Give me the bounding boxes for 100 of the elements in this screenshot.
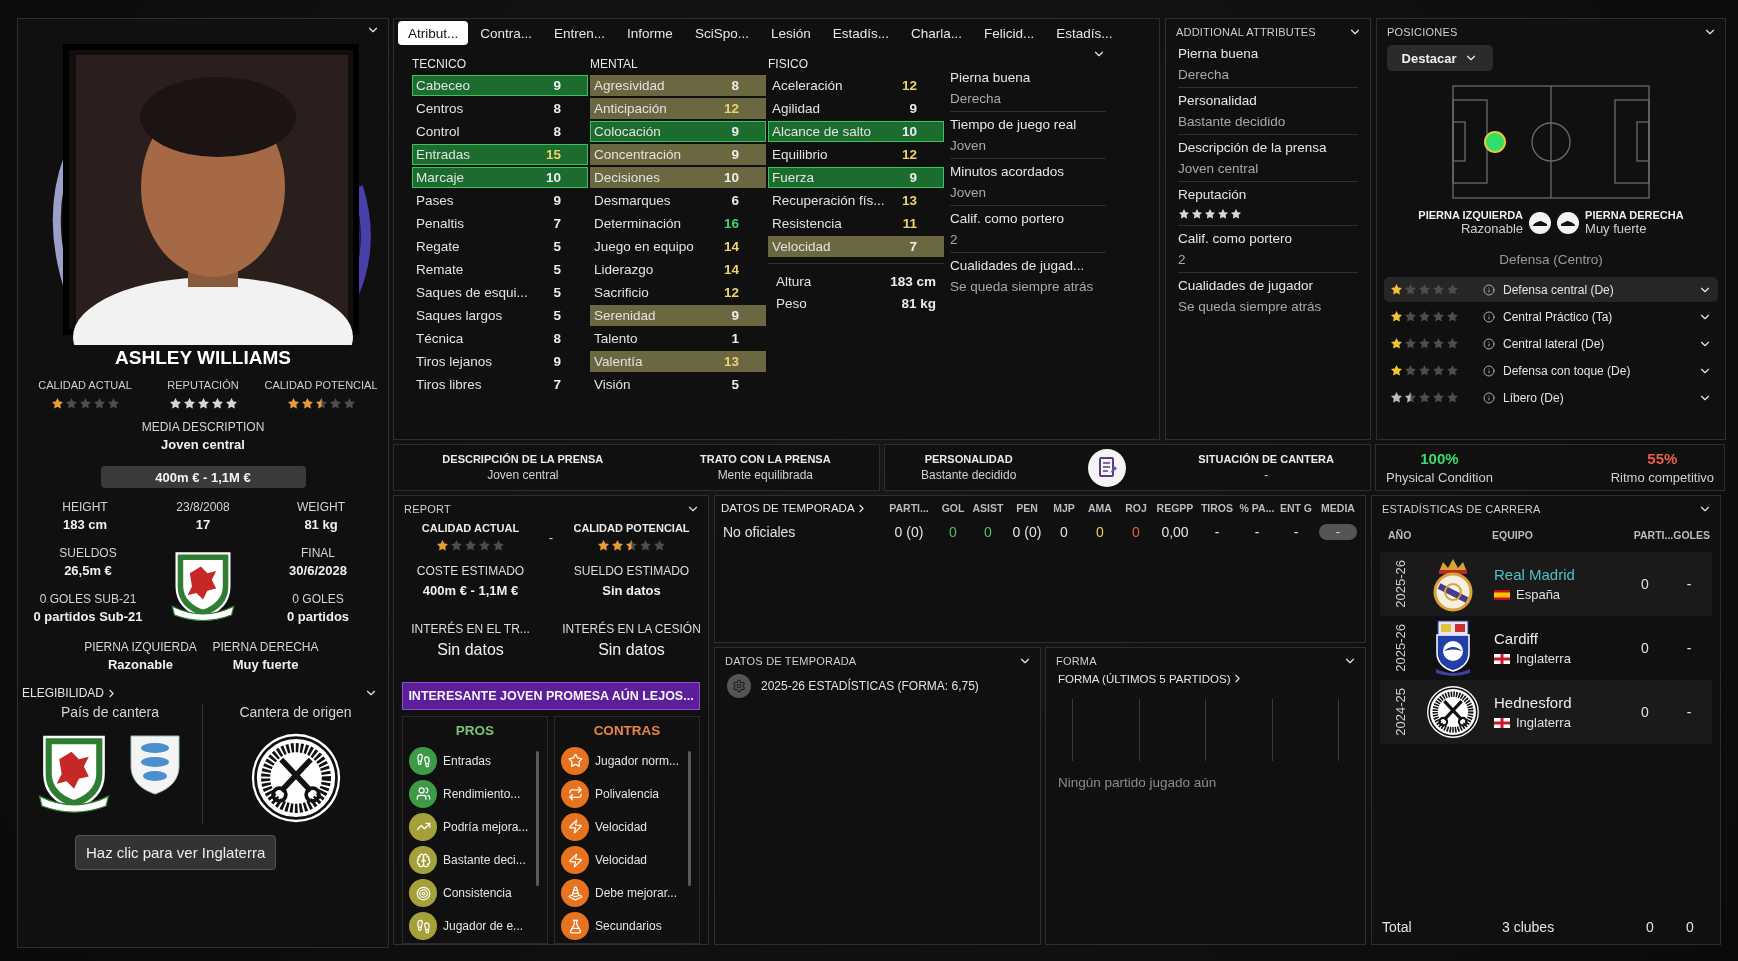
role-name: Central Práctico (Ta) [1503,309,1614,324]
team-name[interactable]: Cardiff [1494,630,1622,647]
table-cell-text: - [1253,524,1261,540]
foot-value: Razonable [1460,221,1524,236]
column-header[interactable]: PARTI...GOLES [1620,529,1710,541]
info-icon[interactable] [1483,391,1495,404]
flag-icon [1494,653,1510,664]
season-stats-item[interactable]: 2025-26 ESTADÍSTICAS (FORMA: 6,75) [761,679,979,693]
tab[interactable]: Estadís... [822,21,899,45]
attribute-value: 9 [731,147,739,162]
team-name[interactable]: Real Madrid [1494,566,1622,583]
side-label: Calif. como portero [950,211,1066,226]
tab[interactable]: Entren... [544,21,616,45]
tab[interactable]: Informe [617,21,683,45]
country-name: España [1516,587,1561,602]
attribute-name: Determinación [594,216,682,231]
tab[interactable]: Charla... [901,21,972,45]
tab[interactable]: Contra... [470,21,543,45]
attribute-value: 12 [901,78,917,93]
attribute-value: 5 [553,262,561,277]
tab[interactable]: Felicid... [974,21,1045,45]
role-row[interactable]: Defensa con toque (De) [1384,358,1718,383]
column-header[interactable]: AÑO [1382,529,1452,541]
attribute-value: 10 [901,124,917,139]
table-cell-text: 0 [983,524,993,540]
attribute-label: Pierna buena [1178,46,1260,61]
contract-value: 30/6/2028 [289,563,347,578]
column-header[interactable]: MJP [1047,502,1081,514]
contract-label: 0 GOLES [292,592,344,606]
info-icon[interactable] [1483,283,1495,296]
column-header[interactable]: PEN [1007,502,1047,514]
body-value: 81 kg [901,295,936,311]
attribute-name: Saques largos [416,308,503,323]
attribute-name: Centros [416,101,464,116]
attribute-value: 10 [545,170,561,185]
role-name: Defensa con toque (De) [1503,363,1632,378]
column-header[interactable]: AMA [1081,502,1119,514]
scrollbar[interactable] [688,751,691,886]
info-icon[interactable] [1483,337,1495,350]
side-label: Cualidades de jugad... [950,258,1086,273]
eligibility-link[interactable]: ELEGIBILIDAD [22,686,119,700]
table-cell-text: 0 [948,524,958,540]
highlight-dropdown[interactable]: Destacar [1387,45,1493,71]
list-item: Jugador de e... [443,919,524,934]
group-title: MENTAL [590,57,639,73]
total-clubs: 3 clubes [1502,919,1556,935]
table-cell-text: - [1685,704,1693,720]
attribute-name: Sacrificio [594,285,649,300]
rating-pill: - [1319,524,1357,540]
column-header[interactable]: % PA... [1237,502,1277,514]
attribute-value: 7 [553,216,561,231]
attribute-name: Penaltis [416,216,465,231]
report-banner[interactable]: INTERESANTE JOVEN PROMESA AÚN LEJOS... [402,682,700,710]
side-value: Joven [950,138,988,153]
fact-label: 23/8/2008 [176,500,230,514]
role-row[interactable]: Defensa central (De) [1384,277,1718,302]
form-subtitle[interactable]: FORMA (ÚLTIMOS 5 PARTIDOS) [1058,672,1244,685]
attribute-value: 9 [909,170,917,185]
season-table-title[interactable]: DATOS DE TEMPORADA [721,501,868,515]
column-header[interactable]: ASIST [969,502,1007,514]
info-value: Mente equilibrada [717,468,814,482]
role-row[interactable]: Central Práctico (Ta) [1384,304,1718,329]
info-icon[interactable] [1483,310,1495,323]
attribute-name: Anticipación [594,101,667,116]
tab[interactable]: SciSpo... [684,21,759,45]
tab[interactable]: Atribut... [398,21,469,45]
column-header[interactable]: EQUIPO [1452,529,1620,541]
attribute-label: Calif. como portero [1178,231,1294,246]
role-row[interactable]: Central lateral (De) [1384,331,1718,356]
list-item: Entradas [443,753,492,768]
table-cell-text: 0 [1645,919,1655,935]
attribute-name: Juego en equipo [594,239,694,254]
tab[interactable]: Lesión [760,21,821,45]
separator-text: - [547,529,555,545]
tab[interactable]: Estadís... [1046,21,1123,45]
attribute-value: 8 [731,78,739,93]
team-name[interactable]: Hednesford [1494,694,1622,711]
attribute-value: 7 [553,377,561,392]
info-value: Joven central [487,468,559,482]
scrollbar[interactable] [536,751,539,886]
column-header[interactable]: ROJ [1119,502,1153,514]
column-header[interactable]: REGPP [1153,502,1197,514]
attribute-label: Reputación [1178,187,1248,202]
report-label: INTERÉS EN LA CESIÓN [562,622,701,636]
column-header[interactable]: PARTI... [881,502,937,514]
info-icon[interactable] [1483,364,1495,377]
value-range: 400m € - 1,1M € [100,466,306,488]
side-value: Se queda siempre atrás [950,279,1095,294]
report-value: Sin datos [602,583,661,598]
condition-label: Ritmo competitivo [1610,470,1714,485]
season-year: 2024-25 [1392,688,1408,736]
info-value: - [1264,468,1269,482]
column-header[interactable]: TIROS [1197,502,1237,514]
column-header[interactable]: MEDIA [1315,502,1361,514]
foot-value: Muy fuerte [232,657,299,672]
column-header[interactable]: GOL [937,502,969,514]
attribute-name: Técnica [416,331,464,346]
role-row[interactable]: Líbero (De) [1384,385,1718,410]
column-header[interactable]: ENT G [1277,502,1315,514]
player-name: ASHLEY WILLIAMS [115,347,291,369]
